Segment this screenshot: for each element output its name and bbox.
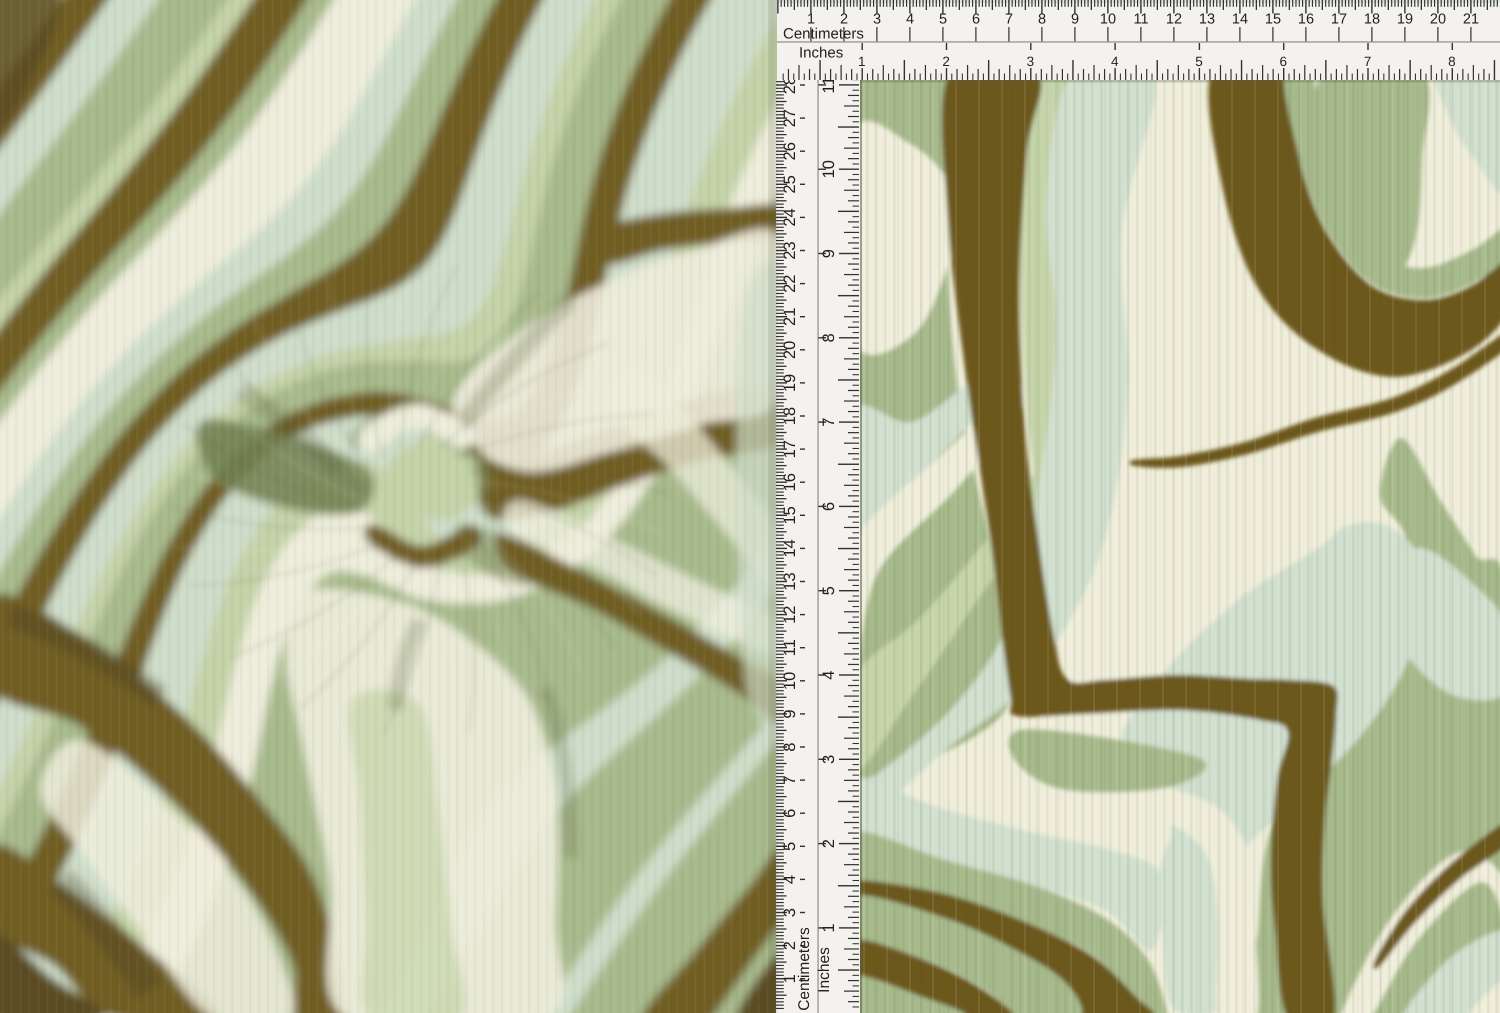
svg-text:10: 10 xyxy=(781,672,799,690)
svg-text:14: 14 xyxy=(1232,12,1248,28)
svg-text:4: 4 xyxy=(1111,54,1119,69)
svg-text:6: 6 xyxy=(781,809,799,818)
svg-text:7: 7 xyxy=(1005,12,1013,28)
svg-text:20: 20 xyxy=(1430,12,1446,28)
svg-text:12: 12 xyxy=(1166,12,1182,28)
svg-text:12: 12 xyxy=(781,606,799,624)
svg-text:19: 19 xyxy=(1397,12,1413,28)
svg-text:3: 3 xyxy=(1027,54,1035,69)
svg-text:6: 6 xyxy=(1280,54,1288,69)
svg-text:3: 3 xyxy=(820,755,838,764)
svg-text:5: 5 xyxy=(781,842,799,851)
svg-text:6: 6 xyxy=(820,502,838,511)
svg-text:24: 24 xyxy=(781,208,799,226)
svg-text:20: 20 xyxy=(781,341,799,359)
svg-text:17: 17 xyxy=(781,440,799,458)
svg-text:9: 9 xyxy=(781,709,799,718)
svg-text:13: 13 xyxy=(1199,12,1215,28)
svg-text:18: 18 xyxy=(781,407,799,425)
svg-text:4: 4 xyxy=(781,875,799,884)
svg-text:26: 26 xyxy=(781,142,799,160)
svg-text:22: 22 xyxy=(781,275,799,293)
svg-text:21: 21 xyxy=(781,308,799,326)
svg-text:15: 15 xyxy=(1265,12,1281,28)
svg-text:4: 4 xyxy=(820,671,838,680)
svg-text:25: 25 xyxy=(781,175,799,193)
svg-text:11: 11 xyxy=(820,80,838,94)
svg-text:2: 2 xyxy=(942,54,950,69)
svg-text:5: 5 xyxy=(1195,54,1203,69)
svg-text:18: 18 xyxy=(1364,12,1380,28)
svg-text:21: 21 xyxy=(1463,12,1479,28)
svg-text:5: 5 xyxy=(820,586,838,595)
svg-text:6: 6 xyxy=(972,12,980,28)
svg-text:9: 9 xyxy=(1071,12,1079,28)
svg-text:17: 17 xyxy=(1331,12,1347,28)
svg-text:Inches: Inches xyxy=(816,947,833,993)
svg-text:13: 13 xyxy=(781,572,799,590)
svg-text:7: 7 xyxy=(820,418,838,427)
svg-text:5: 5 xyxy=(939,12,947,28)
svg-text:1: 1 xyxy=(858,54,866,69)
svg-text:19: 19 xyxy=(781,374,799,392)
svg-text:16: 16 xyxy=(781,473,799,491)
svg-text:9: 9 xyxy=(820,249,838,258)
svg-text:4: 4 xyxy=(906,12,914,28)
svg-text:7: 7 xyxy=(1364,54,1372,69)
svg-text:7: 7 xyxy=(781,776,799,785)
svg-text:8: 8 xyxy=(1448,54,1456,69)
svg-text:Inches: Inches xyxy=(799,45,843,62)
svg-text:16: 16 xyxy=(1298,12,1314,28)
svg-text:3: 3 xyxy=(873,12,881,28)
svg-text:Centimeters: Centimeters xyxy=(783,26,864,43)
svg-text:23: 23 xyxy=(781,241,799,259)
svg-text:Centimeters: Centimeters xyxy=(796,927,813,1011)
svg-text:11: 11 xyxy=(1133,12,1148,28)
svg-text:11: 11 xyxy=(781,639,799,656)
svg-text:10: 10 xyxy=(820,160,838,178)
svg-text:2: 2 xyxy=(820,839,838,848)
svg-text:14: 14 xyxy=(781,539,799,557)
svg-text:15: 15 xyxy=(781,506,799,524)
svg-text:8: 8 xyxy=(1038,12,1046,28)
svg-text:1: 1 xyxy=(820,923,838,932)
svg-text:27: 27 xyxy=(781,109,799,127)
svg-text:28: 28 xyxy=(781,80,799,94)
svg-text:3: 3 xyxy=(781,908,799,917)
svg-text:10: 10 xyxy=(1100,12,1116,28)
svg-text:8: 8 xyxy=(781,743,799,752)
svg-text:8: 8 xyxy=(820,333,838,342)
